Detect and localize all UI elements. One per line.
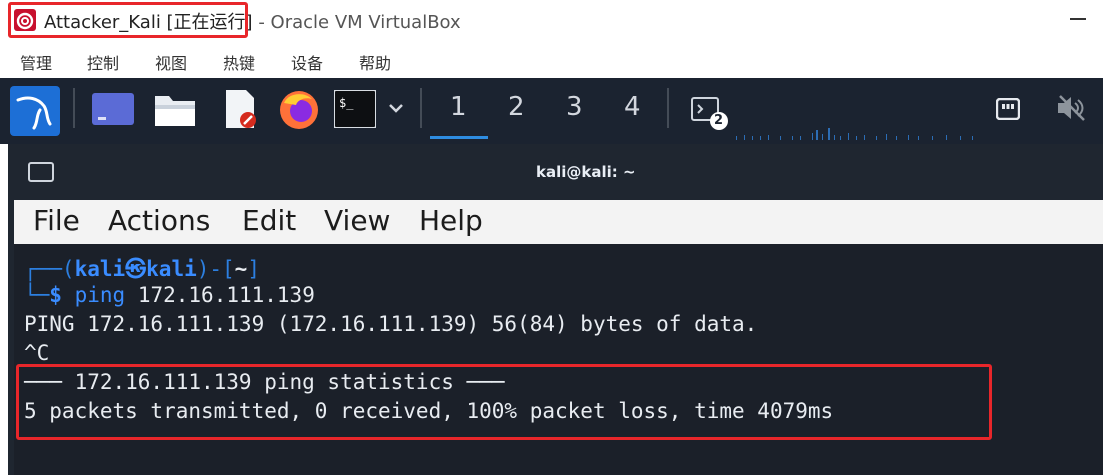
terminal-title: kali@kali: ~ — [536, 163, 636, 181]
menu-manage[interactable]: 管理 — [20, 50, 52, 74]
prompt-dollar: $ — [49, 283, 62, 307]
firefox-icon[interactable] — [278, 89, 320, 131]
workspace-4[interactable]: 4 — [624, 92, 641, 122]
terminal-window-button-icon[interactable] — [690, 96, 730, 132]
kali-menu-icon[interactable] — [10, 86, 60, 136]
menu-devices[interactable]: 设备 — [291, 50, 323, 74]
prompt-frame-mid: )-[ — [196, 257, 235, 281]
panel-separator — [420, 88, 422, 128]
panel-separator — [667, 88, 669, 128]
command-name: ping — [74, 283, 126, 307]
command-args: 172.16.111.139 — [125, 283, 315, 307]
command-line: └─$ ping 172.16.111.139 — [24, 283, 315, 307]
terminal-window-icon — [28, 162, 54, 182]
terminal-window-count-badge: 2 — [714, 113, 724, 128]
menu-view[interactable]: 视图 — [155, 50, 187, 74]
active-workspace-indicator — [430, 136, 488, 139]
terminal-menu-edit[interactable]: Edit — [242, 204, 296, 237]
terminal-menu-file[interactable]: File — [33, 204, 80, 237]
output-line-interrupt: ^C — [24, 341, 50, 365]
prompt-path: ~ — [234, 257, 248, 281]
app-name: - Oracle VM VirtualBox — [252, 12, 461, 33]
chevron-down-icon[interactable] — [388, 102, 404, 114]
menu-help[interactable]: 帮助 — [359, 50, 391, 74]
prompt-at: ㉿ — [125, 257, 147, 281]
terminal-menu-help[interactable]: Help — [419, 204, 483, 237]
cpu-graph — [736, 128, 973, 140]
stats-highlight-box — [16, 364, 992, 440]
minimize-icon[interactable] — [1070, 18, 1086, 20]
workspace-3[interactable]: 3 — [566, 92, 583, 122]
terminal-menu-actions[interactable]: Actions — [108, 204, 210, 237]
panel-separator — [73, 88, 75, 128]
terminal-menu-view[interactable]: View — [324, 204, 390, 237]
workspace-1[interactable]: 1 — [450, 92, 467, 122]
show-desktop-icon[interactable] — [92, 93, 134, 125]
prompt-host: kali — [146, 257, 197, 281]
prompt-user: kali — [74, 257, 126, 281]
output-line-ping-header: PING 172.16.111.139 (172.16.111.139) 56(… — [24, 312, 758, 336]
prompt-frame-open: ┌──( — [24, 257, 75, 281]
terminal-launcher-text: $_ — [339, 96, 354, 110]
menu-control[interactable]: 控制 — [87, 50, 119, 74]
prompt-frame-close: ] — [247, 257, 260, 281]
menu-hotkey[interactable]: 热键 — [223, 50, 255, 74]
title-highlight-box — [8, 2, 248, 38]
network-icon[interactable] — [996, 98, 1020, 120]
terminal-launcher-icon[interactable]: $_ — [334, 90, 376, 128]
workspace-2[interactable]: 2 — [508, 92, 525, 122]
prompt-line: ┌──(kali㉿kali)-[~] — [24, 253, 260, 283]
prompt-frame-lead: └─ — [24, 283, 50, 307]
file-manager-icon[interactable] — [153, 90, 197, 128]
text-editor-icon[interactable] — [222, 88, 260, 130]
volume-muted-icon[interactable] — [1056, 94, 1088, 122]
